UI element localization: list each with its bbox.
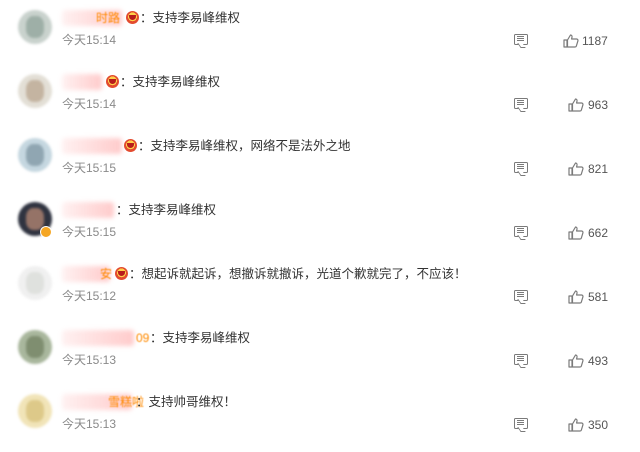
username-visible-part[interactable]: 安 xyxy=(100,266,112,282)
username[interactable] xyxy=(62,138,122,154)
avatar[interactable] xyxy=(18,74,52,108)
comment-text: ：支持李易峰维权 xyxy=(120,75,221,89)
fan-medal-icon xyxy=(126,11,139,24)
reply-icon[interactable] xyxy=(514,290,528,301)
like-icon[interactable] xyxy=(568,290,584,304)
fan-medal-icon xyxy=(124,139,137,152)
reply-icon[interactable] xyxy=(514,354,528,365)
comment-item: 雪糕啦 ：支持帅哥维权！ 今天15:13 350 xyxy=(0,388,640,452)
comment-item: 09 ：支持李易峰维权今天15:13 493 xyxy=(0,324,640,388)
reply-icon[interactable] xyxy=(514,226,528,237)
avatar[interactable] xyxy=(18,266,52,300)
fan-medal-icon xyxy=(106,75,119,88)
like-icon[interactable] xyxy=(568,354,584,368)
comment-text: ：支持李易峰维权 xyxy=(116,203,217,217)
comment-time: 今天15:13 xyxy=(62,353,117,367)
comment-item: ：支持李易峰维权今天15:15 662 xyxy=(0,196,640,260)
avatar[interactable] xyxy=(18,394,52,428)
like-icon[interactable] xyxy=(563,34,579,48)
like-count: 581 xyxy=(588,290,609,304)
username-visible-part[interactable]: 时路 xyxy=(96,10,120,26)
comment-text: ：想起诉就起诉，想撤诉就撤诉，光道个歉就完了，不应该！ xyxy=(129,267,467,281)
comment-item: 安 ：想起诉就起诉，想撤诉就撤诉，光道个歉就完了，不应该！ 今天15:12 581 xyxy=(0,260,640,324)
like-icon[interactable] xyxy=(568,98,584,112)
reply-icon[interactable] xyxy=(514,34,528,45)
comment-text: ：支持帅哥维权！ xyxy=(136,395,237,409)
comment-item: ：支持李易峰维权 今天15:14 963 xyxy=(0,68,640,132)
comment-time: 今天15:15 xyxy=(62,161,117,175)
comment-time: 今天15:14 xyxy=(62,97,117,111)
avatar[interactable] xyxy=(18,330,52,364)
fan-medal-icon xyxy=(115,267,128,280)
comment-text: ：支持李易峰维权，网络不是法外之地 xyxy=(138,139,351,153)
like-icon[interactable] xyxy=(568,226,584,240)
username[interactable] xyxy=(62,74,102,90)
comment-text: ：支持李易峰维权 xyxy=(150,331,251,345)
comment-item: 时路 ：支持李易峰维权今天15:14 1187 xyxy=(0,4,640,68)
like-count: 493 xyxy=(588,354,609,368)
username[interactable] xyxy=(62,330,134,346)
like-count: 1187 xyxy=(582,34,608,48)
like-count: 821 xyxy=(588,162,609,176)
comment-item: ：支持李易峰维权，网络不是法外之地今天15:15 821 xyxy=(0,132,640,196)
username-visible-part[interactable]: 09 xyxy=(136,330,149,346)
like-icon[interactable] xyxy=(568,418,584,432)
like-count: 963 xyxy=(588,98,609,112)
like-icon[interactable] xyxy=(568,162,584,176)
avatar[interactable] xyxy=(18,10,52,44)
reply-icon[interactable] xyxy=(514,98,528,109)
verified-badge-icon xyxy=(40,226,52,238)
comment-time: 今天15:14 xyxy=(62,33,117,47)
comment-time: 今天15:15 xyxy=(62,225,117,239)
username[interactable] xyxy=(62,202,114,218)
reply-icon[interactable] xyxy=(514,162,528,173)
like-count: 662 xyxy=(588,226,609,240)
comment-time: 今天15:12 xyxy=(62,289,117,303)
reply-icon[interactable] xyxy=(514,418,528,429)
comment-text: ：支持李易峰维权 xyxy=(140,11,241,25)
avatar[interactable] xyxy=(18,138,52,172)
like-count: 350 xyxy=(588,418,609,432)
comment-time: 今天15:13 xyxy=(62,417,117,431)
